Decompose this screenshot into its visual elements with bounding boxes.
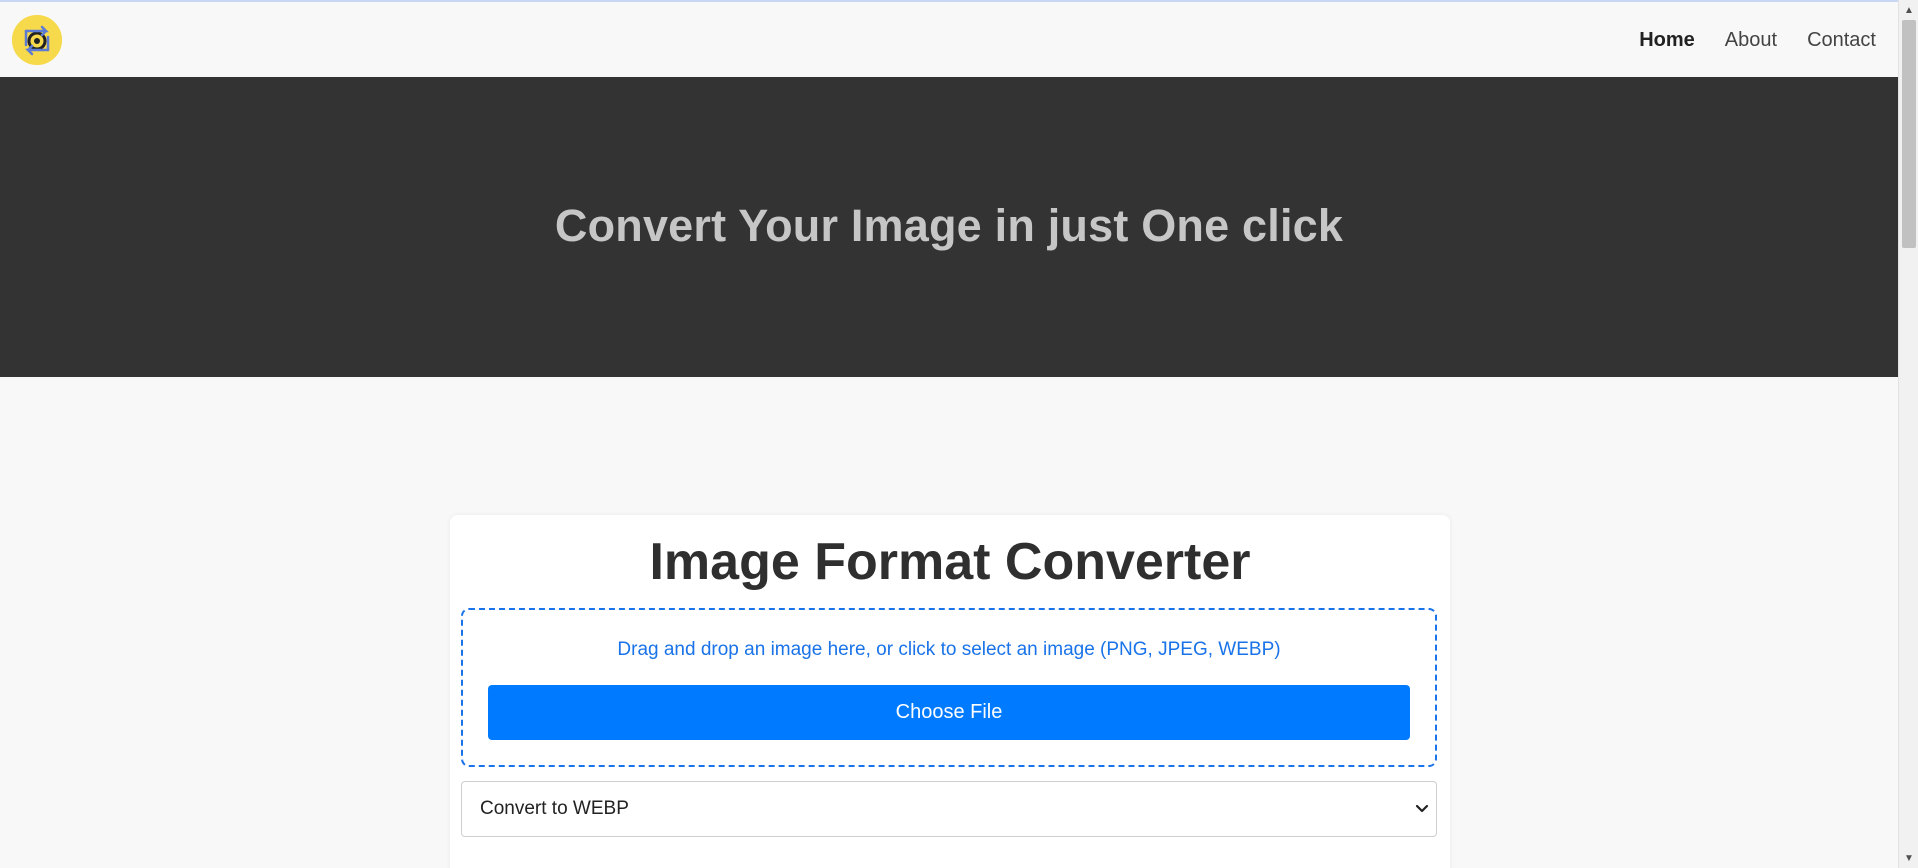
page-scrollbar[interactable]: ▲ ▼ — [1898, 0, 1918, 868]
scroll-down-arrow-icon[interactable]: ▼ — [1899, 850, 1918, 866]
nav-about-link[interactable]: About — [1725, 29, 1777, 52]
nav-home-link[interactable]: Home — [1639, 29, 1695, 52]
image-drop-zone[interactable]: Drag and drop an image here, or click to… — [461, 608, 1437, 767]
page: Home About Contact Convert Your Image in… — [0, 0, 1918, 868]
chevron-down-icon — [1415, 804, 1429, 813]
converter-card: Image Format Converter Drag and drop an … — [450, 515, 1450, 868]
nav-links: Home About Contact — [1639, 29, 1876, 52]
hero-title: Convert Your Image in just One click — [554, 200, 1344, 251]
convert-arrows-logo-icon — [12, 14, 62, 65]
logo[interactable] — [12, 14, 62, 65]
navbar: Home About Contact — [0, 2, 1898, 77]
format-select-value: Convert to WEBP — [480, 798, 629, 819]
format-select[interactable]: Convert to WEBP — [461, 781, 1437, 837]
nav-contact-link[interactable]: Contact — [1807, 29, 1876, 52]
scrollbar-thumb[interactable] — [1902, 20, 1916, 248]
scroll-up-arrow-icon[interactable]: ▲ — [1899, 2, 1918, 18]
converter-title: Image Format Converter — [649, 533, 1251, 591]
drop-zone-text: Drag and drop an image here, or click to… — [617, 639, 1281, 660]
choose-file-button[interactable]: Choose File — [488, 685, 1410, 740]
hero-banner: Convert Your Image in just One click — [0, 77, 1898, 377]
